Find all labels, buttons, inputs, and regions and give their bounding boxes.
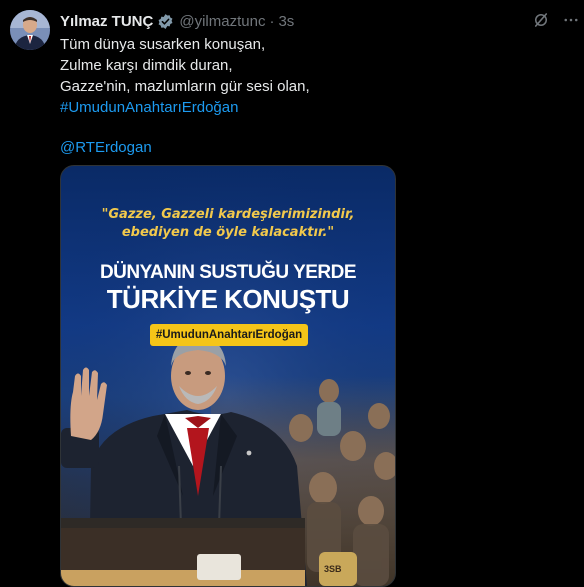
- quote-line: "Gazze, Gazzeli kardeşlerimizindir,: [101, 207, 355, 222]
- avatar[interactable]: [10, 10, 50, 50]
- hashtag-banner: #UmudunAnahtarıErdoğan: [150, 324, 308, 346]
- separator-dot: ·: [269, 12, 275, 30]
- more-icon[interactable]: [560, 9, 582, 31]
- tweet-line: Gazze'nin, mazlumların gür sesi olan,: [60, 78, 310, 95]
- headline-line-1: DÜNYANIN SUSTUĞU YERDE: [99, 262, 357, 283]
- quote-text: "Gazze, Gazzeli kardeşlerimizindir, ebed…: [61, 206, 395, 242]
- timestamp[interactable]: 3s: [278, 13, 294, 30]
- tweet-header: Yılmaz TUNÇ @yilmaztunc · 3s: [60, 11, 294, 31]
- tweet-image[interactable]: 3SB "Gazze, Gazzeli kardeşlerimizindir, …: [60, 165, 396, 587]
- shirt-text: 3SB: [324, 564, 342, 574]
- grok-icon[interactable]: [530, 9, 552, 31]
- tweet[interactable]: Yılmaz TUNÇ @yilmaztunc · 3s Tüm dünya s…: [0, 0, 584, 587]
- headline-line-2: TÜRKİYE KONUŞTU: [106, 284, 350, 314]
- tweet-text: Tüm dünya susarken konuşan, Zulme karşı …: [60, 34, 310, 158]
- tweet-line: Zulme karşı dimdik duran,: [60, 57, 233, 74]
- verified-badge-icon: [157, 13, 174, 30]
- quote-line: ebediyen de öyle kalacaktır.": [121, 225, 335, 240]
- handle[interactable]: @yilmaztunc: [179, 13, 265, 30]
- display-name[interactable]: Yılmaz TUNÇ: [60, 13, 153, 30]
- tweet-line: Tüm dünya susarken konuşan,: [60, 36, 266, 53]
- hashtag-link[interactable]: #UmudunAnahtarıErdoğan: [60, 97, 310, 118]
- mention-link[interactable]: @RTErdogan: [60, 137, 310, 158]
